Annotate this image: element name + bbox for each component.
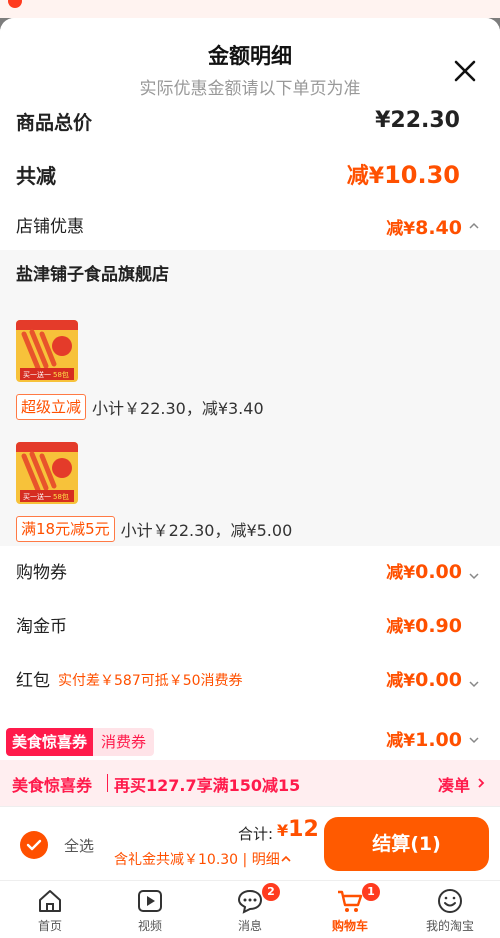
checkmark-icon (26, 839, 42, 851)
shop-name: 盐津铺子食品旗舰店 (16, 265, 169, 285)
product-thumbnail[interactable]: 买一送一 58包 (16, 320, 78, 382)
shop-detail-block: 盐津铺子食品旗舰店 买一送一 58包 超级立减 小计￥22.30，减¥3.40 (0, 250, 500, 546)
promo-tag: 超级立减 (16, 394, 87, 420)
gift-discount-text: 含礼金共减￥10.30 (114, 852, 239, 868)
consumer-coupon-tag: 消费券 (93, 728, 155, 756)
shop-discount-row[interactable]: 店铺优惠 减¥8.40 (0, 210, 500, 250)
profile-icon (438, 889, 462, 913)
sheet-header: 金额明细 实际优惠金额请以下单页为准 (0, 18, 500, 110)
tab-label: 消息 (237, 919, 262, 933)
cart-icon (338, 890, 363, 912)
promo-tag: 满18元减5元 (16, 516, 115, 542)
tab-label: 视频 (137, 919, 162, 933)
food-coupon-tags: 美食惊喜券 消费券 (6, 728, 155, 756)
food-coupon-amount: 减¥1.00 (386, 729, 462, 751)
product-thumbnail[interactable]: 买一送一 58包 (16, 442, 78, 504)
food-coupon-tag: 美食惊喜券 (6, 728, 94, 756)
chevron-down-icon[interactable] (468, 678, 480, 690)
checkout-bar: 全选 合计: ¥12 含礼金共减￥10.30 | 明细 结算(1) (0, 806, 500, 880)
taojinbi-amount: 减¥0.90 (386, 615, 462, 637)
taojinbi-label: 淘金币 (16, 617, 67, 637)
tab-label: 购物车 (331, 919, 368, 933)
sheet-title: 金额明细 (208, 44, 292, 68)
message-badge: 2 (262, 883, 280, 901)
banner-title: 美食惊喜券 (12, 776, 93, 795)
close-icon[interactable] (448, 54, 482, 88)
chevron-up-icon[interactable] (468, 220, 480, 232)
svg-text:买一送一: 买一送一 (23, 370, 51, 379)
amount-detail-sheet: 金额明细 实际优惠金额请以下单页为准 商品总价 ¥22.30 共减 减¥10.3… (0, 18, 500, 806)
red-packet-hint: 实付差￥587可抵￥50消费券 (58, 673, 243, 689)
total-discount-label: 共减 (16, 164, 56, 188)
red-packet-label: 红包 (16, 671, 50, 691)
total-discount-amount: 减¥10.30 (346, 161, 460, 189)
detail-link[interactable]: 明细 (252, 852, 280, 868)
promo-subtotal: 小计￥22.30，减¥3.40 (92, 399, 264, 418)
red-packet-amount: 减¥0.00 (386, 669, 462, 691)
shopping-coupon-amount: 减¥0.00 (386, 561, 462, 583)
product-total-value: ¥22.30 (375, 108, 460, 132)
bottom-tab-bar: 首页 视频 2 消息 1 购物车 我的淘宝 (0, 880, 500, 938)
select-all-checkbox[interactable] (20, 831, 48, 859)
tab-my-taobao[interactable]: 我的淘宝 (400, 881, 500, 938)
select-all-label[interactable]: 全选 (64, 835, 94, 856)
red-packet-row[interactable]: 红包 实付差￥587可抵￥50消费券 减¥0.00 (0, 666, 500, 706)
shop-discount-amount: 减¥8.40 (386, 217, 462, 239)
food-coupon-banner[interactable]: 美食惊喜券 再买127.7享满150减15 凑单 (0, 760, 500, 806)
shop-discount-label: 店铺优惠 (16, 217, 84, 237)
svg-text:买一送一: 买一送一 (23, 492, 51, 501)
food-coupon-row[interactable]: 美食惊喜券 消费券 减¥1.00 (0, 720, 500, 760)
promo-dot-icon (8, 0, 22, 8)
tab-label: 首页 (37, 919, 62, 933)
product-total-label: 商品总价 (16, 112, 93, 132)
svg-text:58包: 58包 (53, 370, 69, 379)
chevron-down-icon[interactable] (468, 734, 480, 746)
promo-line: 超级立减 小计￥22.30，减¥3.40 (16, 394, 264, 420)
product-image-icon: 买一送一 58包 (16, 442, 78, 504)
checkout-button[interactable]: 结算(1) (324, 817, 489, 871)
tab-video[interactable]: 视频 (100, 881, 200, 938)
taojinbi-row: 淘金币 减¥0.90 (0, 612, 500, 652)
banner-text: 再买127.7享满150减15 (114, 776, 301, 795)
product-image-icon: 买一送一 58包 (16, 320, 78, 382)
chevron-down-icon[interactable] (468, 570, 480, 582)
tab-label: 我的淘宝 (425, 919, 474, 933)
total-price: ¥12 (277, 817, 319, 842)
tab-home[interactable]: 首页 (0, 881, 100, 938)
shopping-coupon-label: 购物券 (16, 563, 67, 583)
shopping-coupon-row[interactable]: 购物券 减¥0.00 (0, 558, 500, 598)
sheet-subtitle: 实际优惠金额请以下单页为准 (139, 79, 361, 99)
message-icon (237, 889, 263, 914)
top-promo-strip (0, 0, 500, 18)
promo-line: 满18元减5元 小计￥22.30，减¥5.00 (16, 516, 292, 542)
home-icon (39, 890, 61, 912)
video-icon (138, 890, 162, 912)
banner-divider (107, 774, 108, 792)
chevron-right-icon[interactable] (476, 777, 486, 789)
tab-cart[interactable]: 1 购物车 (300, 881, 400, 938)
total-discount-row: 共减 减¥10.30 (0, 154, 500, 194)
add-items-link[interactable]: 凑单 (438, 772, 470, 796)
chevron-up-icon[interactable] (280, 854, 292, 864)
total-label: 合计: (238, 825, 274, 843)
gift-discount-line: 含礼金共减￥10.30 | 明细 (114, 849, 292, 869)
tab-messages[interactable]: 2 消息 (200, 881, 300, 938)
svg-text:58包: 58包 (53, 492, 69, 501)
cart-badge: 1 (362, 883, 380, 901)
promo-subtotal: 小计￥22.30，减¥5.00 (120, 521, 293, 540)
